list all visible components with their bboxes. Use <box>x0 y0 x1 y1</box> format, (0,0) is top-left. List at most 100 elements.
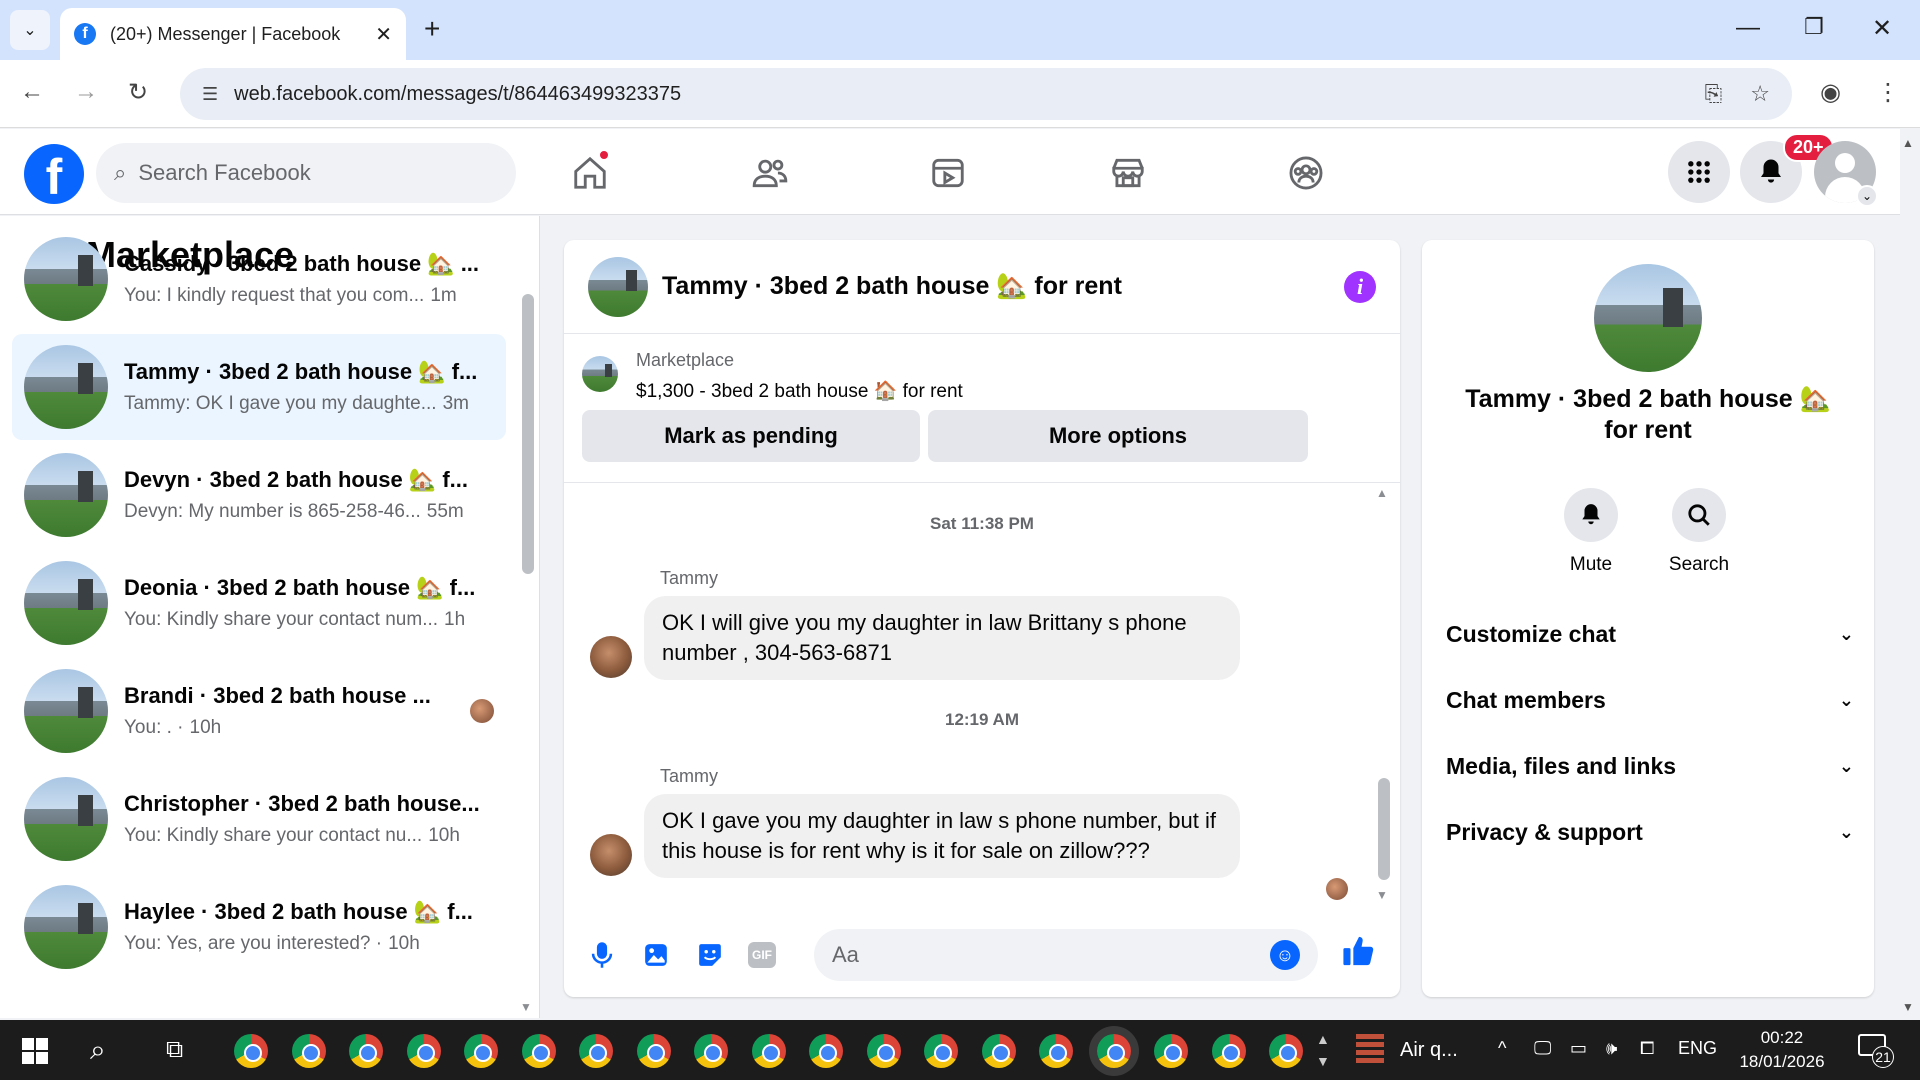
microphone-icon[interactable] <box>586 939 618 971</box>
chrome-taskbar-icon[interactable] <box>751 1034 786 1068</box>
message-input[interactable] <box>832 942 1270 968</box>
sticker-icon[interactable] <box>694 939 726 971</box>
url-text[interactable]: web.facebook.com/messages/t/864463499323… <box>234 83 1677 106</box>
page-scroll-up-icon[interactable]: ▲ <box>1902 136 1914 150</box>
friends-nav-icon[interactable] <box>748 151 792 195</box>
chrome-taskbar-icon[interactable] <box>694 1034 728 1068</box>
close-tab-icon[interactable]: ✕ <box>375 22 392 47</box>
marketplace-nav-icon[interactable] <box>1106 151 1150 195</box>
conversation-item[interactable]: Devyn · 3bed 2 bath house 🏡 f... Devyn: M… <box>12 442 506 548</box>
chrome-taskbar-icon[interactable] <box>636 1034 671 1068</box>
chrome-taskbar-icon[interactable] <box>1211 1034 1246 1068</box>
search-icon[interactable]: ⌕ <box>90 1034 106 1067</box>
chrome-taskbar-icon[interactable] <box>406 1034 441 1068</box>
conversation-item[interactable]: Brandi · 3bed 2 bath house ... You: . · 10… <box>12 658 506 764</box>
message-input-wrapper[interactable]: ☺ <box>814 929 1318 981</box>
battery-icon[interactable]: ▭ <box>1570 1038 1587 1059</box>
mute-button[interactable]: Mute <box>1546 488 1636 576</box>
chrome-taskbar-icon[interactable] <box>521 1034 556 1068</box>
chat-members-section[interactable]: Chat members ⌄ <box>1446 670 1854 730</box>
chrome-taskbar-icon[interactable] <box>924 1034 958 1068</box>
gif-icon[interactable]: GIF <box>748 942 776 968</box>
language-indicator[interactable]: ENG <box>1678 1038 1717 1059</box>
emoji-icon[interactable]: ☺ <box>1270 940 1300 970</box>
scroll-down-icon[interactable]: ▼ <box>520 1000 532 1014</box>
chrome-taskbar-icon[interactable] <box>809 1034 843 1068</box>
chrome-taskbar-icon[interactable] <box>234 1034 268 1068</box>
search-input[interactable] <box>138 160 479 186</box>
window-close-icon[interactable]: ✕ <box>1872 14 1892 43</box>
media-files-links-section[interactable]: Media, files and links ⌄ <box>1446 736 1854 796</box>
message-scrollbar[interactable] <box>1378 778 1390 880</box>
search-in-chat-button[interactable]: Search <box>1654 488 1744 576</box>
profile-icon[interactable]: ◉ <box>1820 78 1841 107</box>
tray-overflow-chevron-icon[interactable]: ^ <box>1498 1038 1506 1059</box>
message-bubble[interactable]: OK I will give you my daughter in law Br… <box>644 596 1240 680</box>
home-nav-icon[interactable] <box>568 149 612 195</box>
listing-card[interactable]: Marketplace $1,300 - 3bed 2 bath house 🏠… <box>582 350 963 403</box>
chrome-taskbar-icon[interactable] <box>1039 1034 1073 1068</box>
chrome-taskbar-icon[interactable] <box>291 1034 326 1068</box>
customize-chat-section[interactable]: Customize chat ⌄ <box>1446 604 1854 664</box>
conversation-scrollbar[interactable] <box>522 294 534 574</box>
chrome-taskbar-icon[interactable] <box>464 1034 498 1068</box>
device-icon[interactable]: ⧠ <box>1640 1038 1654 1059</box>
chrome-taskbar-icon[interactable] <box>349 1034 383 1068</box>
windows-start-icon[interactable] <box>22 1038 48 1064</box>
star-icon[interactable]: ☆ <box>1750 81 1770 107</box>
site-settings-icon[interactable]: ☰ <box>202 84 218 105</box>
conversation-item[interactable]: Christopher · 3bed 2 bath house... You: K… <box>12 766 506 872</box>
browser-tab[interactable]: f (20+) Messenger | Facebook ✕ <box>60 8 406 60</box>
chrome-taskbar-icon[interactable] <box>1269 1034 1303 1068</box>
message-bubble[interactable]: OK I gave you my daughter in law s phone… <box>644 794 1240 878</box>
kebab-menu-icon[interactable]: ⋮ <box>1876 78 1900 107</box>
chat-title[interactable]: Tammy · 3bed 2 bath house 🏡 for rent <box>662 272 1344 301</box>
menu-grid-button[interactable] <box>1668 141 1730 203</box>
scroll-down-icon[interactable]: ▼ <box>1376 888 1388 902</box>
reload-icon[interactable]: ↻ <box>128 78 148 107</box>
conversation-item[interactable]: Cassidy · 3bed 2 bath house 🏡 ... You: I … <box>12 226 506 332</box>
clock[interactable]: 00:22 18/01/2026 <box>1724 1026 1840 1074</box>
conversation-item[interactable]: Tammy · 3bed 2 bath house 🏡 f... Tammy: O… <box>12 334 506 440</box>
chrome-taskbar-icon[interactable] <box>866 1034 901 1068</box>
omnibox[interactable]: ☰ web.facebook.com/messages/t/8644634993… <box>180 68 1792 120</box>
facebook-logo-icon[interactable]: f <box>24 144 84 204</box>
volume-icon[interactable]: 🕪 <box>1606 1038 1617 1059</box>
network-icon[interactable]: 🖵 <box>1534 1038 1551 1059</box>
chrome-taskbar-icon[interactable] <box>579 1034 613 1068</box>
back-icon[interactable]: ← <box>20 78 44 106</box>
chrome-taskbar-icon[interactable] <box>1096 1034 1131 1068</box>
taskbar-overflow-arrows[interactable]: ▲ ▼ <box>1316 1028 1330 1072</box>
sender-avatar[interactable] <box>590 636 632 678</box>
task-view-icon[interactable]: ⧉ <box>166 1036 183 1064</box>
notification-center[interactable]: 21 <box>1858 1034 1894 1068</box>
photo-icon[interactable] <box>640 939 672 971</box>
page-scroll-down-icon[interactable]: ▼ <box>1902 1000 1914 1014</box>
minimize-icon[interactable]: — <box>1736 14 1760 42</box>
new-tab-button[interactable]: + <box>424 14 440 44</box>
mark-as-pending-button[interactable]: Mark as pending <box>582 410 920 462</box>
install-icon[interactable]: ⎘ <box>1705 81 1723 107</box>
notification-count: 21 <box>1872 1046 1894 1068</box>
chevron-down-icon[interactable]: ⌄ <box>1856 185 1878 207</box>
thumbs-up-icon[interactable] <box>1342 934 1376 977</box>
conversation-time: 10h <box>428 825 460 846</box>
chrome-taskbar-icon[interactable] <box>1154 1034 1188 1068</box>
forward-icon[interactable]: → <box>74 78 98 106</box>
chat-avatar[interactable] <box>588 256 648 317</box>
scroll-up-icon[interactable]: ▲ <box>1376 486 1388 500</box>
restore-icon[interactable]: ❐ <box>1804 14 1824 40</box>
info-icon[interactable]: i <box>1344 270 1376 303</box>
weather-widget[interactable]: Air q... <box>1356 1034 1458 1066</box>
privacy-support-section[interactable]: Privacy & support ⌄ <box>1446 802 1854 862</box>
more-options-button[interactable]: More options <box>928 410 1308 462</box>
tab-list-button[interactable]: ⌄ <box>10 10 50 50</box>
facebook-search[interactable]: ⌕ <box>96 143 516 203</box>
chrome-taskbar-icon[interactable] <box>981 1034 1016 1068</box>
groups-nav-icon[interactable] <box>1284 151 1328 195</box>
conversation-item[interactable]: Deonia · 3bed 2 bath house 🏡 f... You: Ki… <box>12 550 506 656</box>
sender-avatar[interactable] <box>590 834 632 876</box>
info-avatar[interactable] <box>1594 264 1702 372</box>
conversation-item[interactable]: Haylee · 3bed 2 bath house 🏡 f... You: Ye… <box>12 874 506 980</box>
video-nav-icon[interactable] <box>926 151 970 195</box>
